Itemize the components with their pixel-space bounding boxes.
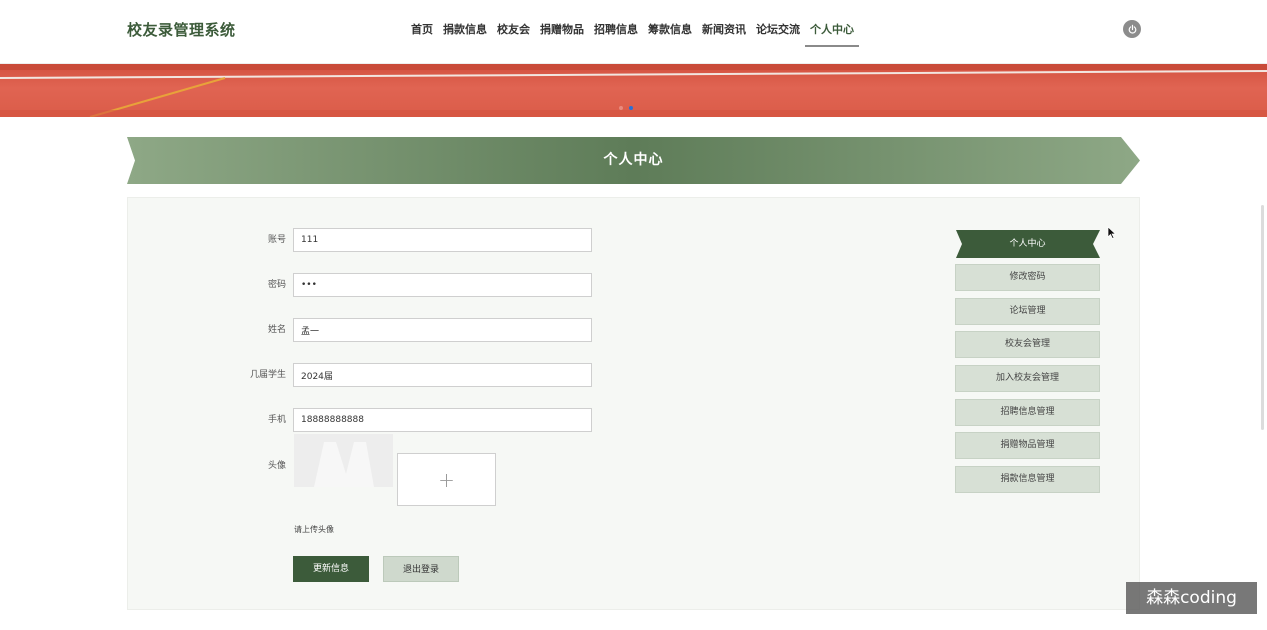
name-label: 姓名 xyxy=(267,325,286,335)
side-menu-item-join-association-management[interactable]: 加入校友会管理 xyxy=(955,365,1100,392)
nav-item-fundraising[interactable]: 筹款信息 xyxy=(643,0,697,64)
carousel-dots xyxy=(619,106,633,110)
side-menu-item-forum-management[interactable]: 论坛管理 xyxy=(955,298,1100,325)
side-menu-item-recruitment-management[interactable]: 招聘信息管理 xyxy=(955,399,1100,426)
phone-input[interactable] xyxy=(293,408,592,432)
account-input[interactable] xyxy=(293,228,592,252)
class-year-label: 几届学生 xyxy=(249,370,286,380)
running-track-image xyxy=(0,64,1267,117)
upload-hint: 请上传头像 xyxy=(294,525,334,534)
name-input[interactable] xyxy=(293,318,592,342)
side-menu-item-donation-info-management[interactable]: 捐款信息管理 xyxy=(955,466,1100,493)
main-nav: 首页 捐款信息 校友会 捐赠物品 招聘信息 筹款信息 新闻资讯 论坛交流 个人中… xyxy=(406,0,859,64)
side-menu-item-personal-center[interactable]: 个人中心 xyxy=(954,230,1101,258)
carousel-dot[interactable] xyxy=(619,106,623,110)
account-label: 账号 xyxy=(267,235,286,245)
avatar-preview xyxy=(294,434,393,487)
section-title-ribbon: 个人中心 xyxy=(127,137,1140,184)
page-scrollbar[interactable] xyxy=(1261,205,1264,430)
password-label: 密码 xyxy=(267,280,286,290)
password-input[interactable] xyxy=(293,273,592,297)
avatar-label: 头像 xyxy=(267,461,286,471)
nav-item-home[interactable]: 首页 xyxy=(406,0,438,64)
nav-item-news[interactable]: 新闻资讯 xyxy=(697,0,751,64)
nav-item-personal-center[interactable]: 个人中心 xyxy=(805,0,859,64)
banner-carousel[interactable] xyxy=(0,64,1267,117)
mouse-cursor-icon xyxy=(1107,224,1117,243)
side-menu-item-alumni-association-management[interactable]: 校友会管理 xyxy=(955,331,1100,358)
phone-label: 手机 xyxy=(267,415,286,425)
logout-button[interactable]: 退出登录 xyxy=(383,556,459,582)
side-menu-active-label: 个人中心 xyxy=(1009,239,1046,249)
class-year-input[interactable] xyxy=(293,363,592,387)
top-header: 校友录管理系统 首页 捐款信息 校友会 捐赠物品 招聘信息 筹款信息 新闻资讯 … xyxy=(0,0,1267,64)
watermark: 森森coding xyxy=(1126,582,1257,614)
carousel-dot-active[interactable] xyxy=(629,106,633,110)
page-title: 个人中心 xyxy=(603,152,664,168)
nav-item-recruitment[interactable]: 招聘信息 xyxy=(589,0,643,64)
side-menu-item-donated-items-management[interactable]: 捐赠物品管理 xyxy=(955,432,1100,459)
power-glyph xyxy=(1128,24,1136,34)
nav-item-alumni-association[interactable]: 校友会 xyxy=(492,0,535,64)
power-icon[interactable] xyxy=(1123,20,1141,38)
side-menu-item-change-password[interactable]: 修改密码 xyxy=(955,264,1100,291)
plus-icon: + xyxy=(438,467,455,492)
avatar-image xyxy=(294,434,393,487)
site-logo[interactable]: 校友录管理系统 xyxy=(127,19,236,40)
avatar-upload-button[interactable]: + xyxy=(397,453,496,506)
nav-item-donations[interactable]: 捐款信息 xyxy=(438,0,492,64)
nav-item-donated-items[interactable]: 捐赠物品 xyxy=(535,0,589,64)
update-info-button[interactable]: 更新信息 xyxy=(293,556,369,582)
nav-item-forum[interactable]: 论坛交流 xyxy=(751,0,805,64)
